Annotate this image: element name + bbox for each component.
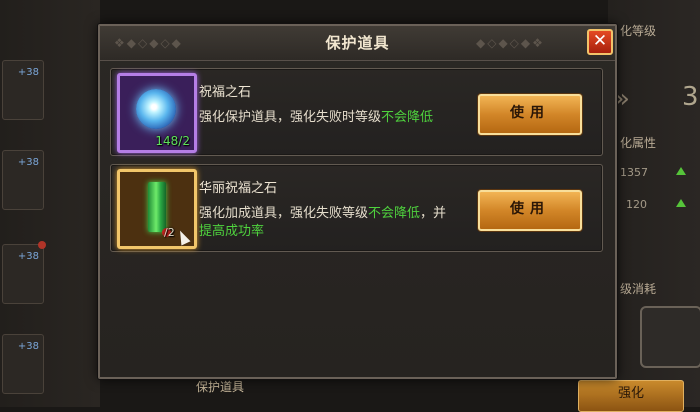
item-name: 华丽祝福之石 — [199, 181, 278, 196]
desc-highlight: 不会降低 — [368, 206, 421, 221]
desc-text: 强化保护道具，强化失败时等级 — [199, 110, 382, 125]
equipment-slot[interactable]: +38 — [2, 334, 44, 394]
equipment-slot[interactable]: +38 — [2, 60, 44, 120]
enhance-attr-label: 化属性 — [620, 136, 657, 150]
protect-item-label: 保护道具 — [196, 380, 245, 394]
item-count: 148/2 — [155, 134, 190, 148]
item-description: 强化保护道具，强化失败时等级不会降低 — [199, 109, 453, 127]
equipment-column: +38 +38 +38 +38 — [0, 0, 100, 407]
blue-orb-icon — [136, 89, 176, 129]
desc-highlight: 不会降低 — [381, 110, 434, 125]
slot-level: +38 — [17, 341, 39, 352]
attr-value-1: 1357 — [620, 166, 648, 179]
enhance-button[interactable]: 强化 — [578, 380, 684, 412]
consume-label: 级消耗 — [620, 282, 657, 296]
item-count: /2 — [164, 226, 175, 239]
desc-text: ，并 — [420, 206, 447, 221]
item-description: 强化加成道具，强化失败等级不会降低，并提高成功率 — [199, 205, 453, 241]
enhance-level-header: 化等级 — [620, 24, 657, 38]
slot-level: +38 — [17, 67, 39, 78]
desc-text: 强化加成道具，强化失败等级 — [199, 206, 369, 221]
attr-value-2: 120 — [626, 198, 647, 211]
equipment-slot[interactable]: +38 — [2, 150, 44, 210]
up-arrow-icon — [676, 199, 686, 207]
red-dot-icon — [38, 241, 46, 249]
close-button[interactable]: ✕ — [587, 29, 613, 55]
dialog-title: 保护道具 — [325, 34, 390, 52]
item-icon-slot[interactable]: 148/2 — [117, 73, 197, 153]
up-arrow-icon — [676, 167, 686, 175]
green-crystal-icon — [148, 182, 166, 232]
slot-level: +38 — [17, 157, 39, 168]
dialog-titlebar: ❖◆◇◆◇◆ ◆◇◆◇◆❖ 保护道具 ✕ — [100, 26, 615, 61]
desc-highlight: 提高成功率 — [199, 224, 265, 239]
enhance-level-number: 3 — [682, 82, 699, 112]
slot-level: +38 — [17, 251, 39, 262]
pointer-cursor-icon — [175, 228, 191, 246]
use-button[interactable]: 使用 — [478, 94, 582, 135]
equipment-slot[interactable]: +38 — [2, 241, 46, 304]
item-row-gorgeous-blessing-stone: /2 华丽祝福之石 强化加成道具，强化失败等级不会降低，并提高成功率 使用 — [110, 164, 603, 252]
item-icon-slot[interactable]: /2 — [117, 169, 197, 249]
item-row-blessing-stone: 148/2 祝福之石 强化保护道具，强化失败时等级不会降低 使用 — [110, 68, 603, 156]
item-name: 祝福之石 — [199, 85, 252, 100]
protect-items-dialog: ❖◆◇◆◇◆ ◆◇◆◇◆❖ 保护道具 ✕ 148/2 祝福之石 强化保护道具，强… — [98, 24, 617, 379]
material-slot[interactable] — [640, 306, 700, 368]
use-button[interactable]: 使用 — [478, 190, 582, 231]
